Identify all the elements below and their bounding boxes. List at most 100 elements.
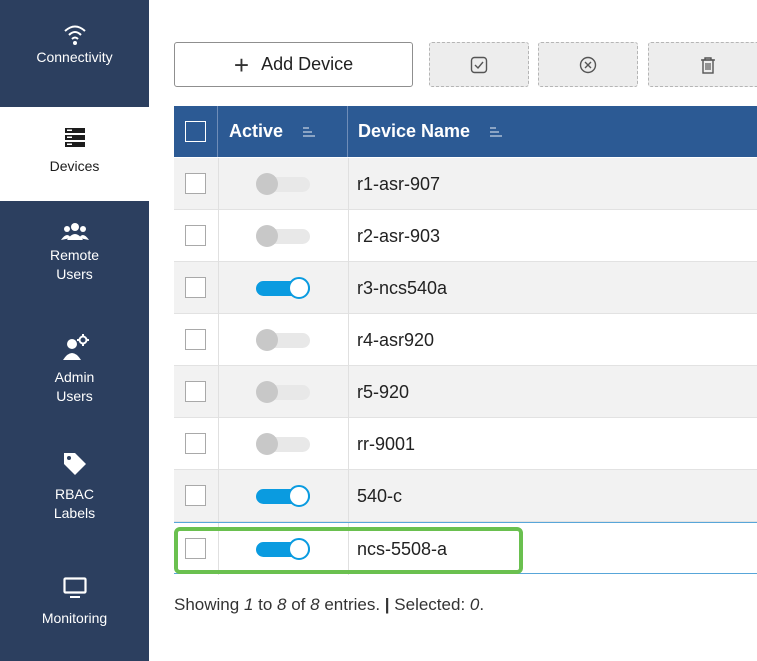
toggle-knob	[288, 538, 310, 560]
device-name: r2-asr-903	[357, 226, 441, 246]
sidebar-item-monitoring[interactable]: Monitoring	[0, 577, 149, 657]
add-device-label: Add Device	[261, 54, 354, 74]
row-checkbox[interactable]	[185, 225, 206, 246]
sidebar-item-label: Admin Users	[54, 369, 95, 404]
column-header-active[interactable]: Active	[219, 106, 348, 157]
info-from: 1	[243, 595, 254, 614]
sort-icon	[490, 125, 503, 139]
table-row[interactable]: 540-c	[174, 470, 757, 522]
table-header: Active Device Name	[174, 106, 757, 157]
table-row[interactable]: r2-asr-903	[174, 210, 757, 262]
table-info: Showing 1 to 8 of 8 entries. | Selected:…	[174, 595, 484, 615]
monitor-icon	[62, 577, 87, 598]
x-circle-icon	[579, 56, 597, 73]
active-toggle[interactable]	[256, 277, 313, 299]
table-row[interactable]: r5-920	[174, 366, 757, 418]
column-divider	[218, 523, 219, 575]
column-divider	[218, 418, 219, 470]
toggle-knob	[256, 381, 278, 403]
users-icon	[60, 223, 89, 240]
active-toggle[interactable]	[256, 433, 313, 455]
info-text: Selected:	[389, 595, 470, 614]
table-row[interactable]: r4-asr920	[174, 314, 757, 366]
plus-icon: +	[233, 49, 250, 80]
column-divider	[218, 210, 219, 262]
sidebar-item-label: Remote Users	[49, 247, 100, 282]
admin-user-icon	[62, 334, 89, 360]
column-divider	[348, 523, 349, 575]
device-name: r1-asr-907	[357, 174, 441, 194]
wifi-icon	[63, 25, 86, 45]
row-checkbox[interactable]	[185, 381, 206, 402]
active-toggle[interactable]	[256, 381, 313, 403]
sidebar-item-label: RBAC Labels	[53, 486, 96, 521]
trash-icon	[701, 56, 715, 74]
sidebar-item-label: Connectivity	[36, 49, 113, 65]
column-divider	[348, 418, 349, 470]
info-text: .	[479, 595, 485, 614]
active-toggle[interactable]	[256, 173, 313, 195]
active-toggle[interactable]	[256, 225, 313, 247]
info-text: to	[253, 595, 278, 614]
toggle-knob	[256, 329, 278, 351]
column-divider	[348, 470, 349, 522]
check-square-icon	[470, 56, 488, 73]
delete-selected-button[interactable]	[648, 42, 757, 87]
table-row[interactable]: r3-ncs540a	[174, 262, 757, 314]
sidebar-item-devices[interactable]: Devices	[0, 107, 149, 201]
info-text: entries.	[319, 595, 385, 614]
sidebar: Connectivity Devices Remote Users Admin …	[0, 0, 149, 661]
active-toggle[interactable]	[256, 485, 313, 507]
column-divider	[218, 470, 219, 522]
sidebar-item-label: Devices	[49, 158, 100, 174]
select-all-checkbox[interactable]	[185, 121, 206, 142]
table-row[interactable]: r1-asr-907	[174, 158, 757, 210]
table-row[interactable]: rr-9001	[174, 418, 757, 470]
info-text: of	[286, 595, 311, 614]
sidebar-item-connectivity[interactable]: Connectivity	[0, 22, 149, 102]
device-name: r5-920	[357, 382, 410, 402]
row-checkbox[interactable]	[185, 329, 206, 350]
active-toggle[interactable]	[256, 538, 313, 560]
info-text: Showing	[174, 595, 244, 614]
device-name: ncs-5508-a	[357, 539, 448, 559]
device-name: 540-c	[357, 486, 403, 506]
column-divider	[348, 158, 349, 210]
tag-icon	[63, 453, 86, 475]
enable-selected-button[interactable]	[429, 42, 529, 87]
active-toggle[interactable]	[256, 329, 313, 351]
add-device-button[interactable]: + Add Device	[174, 42, 413, 87]
info-selected-count: 0	[469, 595, 480, 614]
toggle-knob	[256, 173, 278, 195]
select-all-cell	[174, 106, 218, 157]
sort-icon	[303, 125, 316, 139]
column-header-label: Active	[229, 121, 284, 141]
row-checkbox[interactable]	[185, 538, 206, 559]
column-divider	[218, 366, 219, 418]
column-divider	[218, 158, 219, 210]
info-to: 8	[277, 595, 287, 614]
row-checkbox[interactable]	[185, 277, 206, 298]
row-checkbox[interactable]	[185, 433, 206, 454]
column-divider	[348, 314, 349, 366]
column-header-label: Device Name	[358, 121, 471, 141]
column-header-device-name[interactable]: Device Name	[348, 106, 757, 157]
sidebar-item-admin-users[interactable]: Admin Users	[0, 334, 149, 429]
sidebar-item-remote-users[interactable]: Remote Users	[0, 222, 149, 312]
toggle-knob	[288, 485, 310, 507]
server-icon	[64, 128, 85, 147]
toggle-knob	[256, 433, 278, 455]
device-name: r3-ncs540a	[357, 278, 448, 298]
column-divider	[218, 262, 219, 314]
info-total: 8	[310, 595, 320, 614]
row-checkbox[interactable]	[185, 173, 206, 194]
sidebar-item-rbac-labels[interactable]: RBAC Labels	[0, 451, 149, 546]
toggle-knob	[288, 277, 310, 299]
column-divider	[348, 366, 349, 418]
row-checkbox[interactable]	[185, 485, 206, 506]
column-divider	[348, 210, 349, 262]
device-name: rr-9001	[357, 434, 416, 454]
sidebar-item-label: Monitoring	[41, 610, 108, 626]
disable-selected-button[interactable]	[538, 42, 638, 87]
table-row[interactable]: ncs-5508-a	[174, 522, 757, 575]
